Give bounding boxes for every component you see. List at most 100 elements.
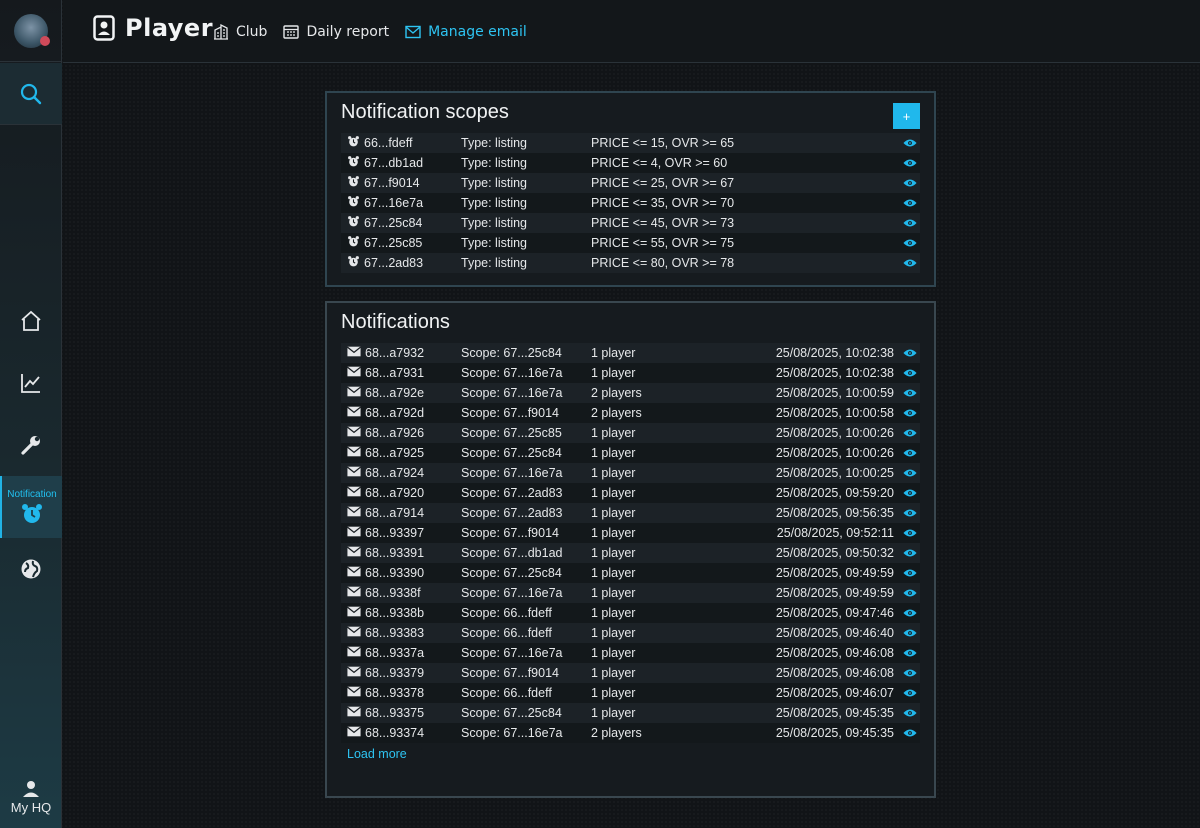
notification-id-cell: 68...a7926 [341, 426, 461, 440]
eye-icon[interactable] [900, 508, 920, 518]
notification-date: 25/08/2025, 10:00:59 [775, 386, 894, 400]
scope-id-cell: 67...f9014 [341, 175, 461, 191]
eye-icon[interactable] [900, 488, 920, 498]
header-nav: Club Daily report Manage email [213, 24, 543, 40]
load-more-link[interactable]: Load more [347, 747, 407, 761]
notification-player-count: 1 player [591, 586, 636, 600]
eye-icon[interactable] [900, 588, 920, 598]
user-avatar-logo[interactable] [0, 0, 62, 62]
eye-icon[interactable] [900, 528, 920, 538]
eye-icon[interactable] [900, 428, 920, 438]
notification-scope: Scope: 67...db1ad [461, 546, 563, 560]
email-icon [347, 406, 361, 420]
sidebar-item-home[interactable] [0, 290, 62, 352]
email-icon [347, 586, 361, 600]
email-icon [347, 446, 361, 460]
notification-id-cell: 68...93397 [341, 526, 461, 540]
scopes-list: 66...fdeff Type: listing PRICE <= 15, OVR … [341, 133, 920, 273]
user-icon [23, 780, 39, 797]
notification-id: 68...a7924 [365, 466, 425, 480]
eye-icon[interactable] [900, 728, 920, 738]
eye-icon[interactable] [900, 448, 920, 458]
email-icon [347, 726, 361, 740]
add-scope-button[interactable]: + [893, 103, 920, 129]
eye-icon[interactable] [900, 348, 920, 358]
nav-club[interactable]: Club [213, 24, 267, 40]
notification-player-count: 2 players [591, 406, 642, 420]
eye-icon[interactable] [900, 238, 920, 248]
notification-player-count: 1 player [591, 466, 636, 480]
scope-row: 67...16e7a Type: listing PRICE <= 35, OVR … [341, 193, 920, 213]
eye-icon[interactable] [900, 668, 920, 678]
notification-row: 68...93391 Scope: 67...db1ad 1 player 25/08… [341, 543, 920, 563]
eye-icon[interactable] [900, 408, 920, 418]
nav-daily-report[interactable]: Daily report [283, 24, 389, 40]
scopes-title: Notification scopes [341, 101, 509, 123]
notification-row: 68...a7924 Scope: 67...16e7a 1 player 25/08… [341, 463, 920, 483]
nav-manage-email[interactable]: Manage email [405, 24, 527, 40]
scope-type: Type: listing [461, 176, 528, 190]
notification-player-count: 1 player [591, 706, 636, 720]
scope-row: 67...25c84 Type: listing PRICE <= 45, OVR … [341, 213, 920, 233]
notification-id-cell: 68...a792d [341, 406, 461, 420]
notification-scope: Scope: 66...fdeff [461, 626, 552, 640]
eye-icon[interactable] [900, 368, 920, 378]
notification-scope: Scope: 66...fdeff [461, 686, 552, 700]
notification-id-cell: 68...93379 [341, 666, 461, 680]
search-button[interactable] [0, 63, 62, 125]
eye-icon[interactable] [900, 138, 920, 148]
alarm-clock-icon [347, 155, 360, 171]
notification-player-count: 1 player [591, 546, 636, 560]
notification-row: 68...a7932 Scope: 67...25c84 1 player 25/08… [341, 343, 920, 363]
scope-rule: PRICE <= 35, OVR >= 70 [591, 196, 735, 210]
alarm-clock-icon [347, 195, 360, 211]
sidebar-item-stats[interactable] [0, 352, 62, 414]
eye-icon[interactable] [900, 568, 920, 578]
notification-id: 68...9338f [365, 586, 421, 600]
my-hq-button[interactable]: My HQ [0, 772, 62, 822]
email-icon [405, 25, 421, 39]
eye-icon[interactable] [900, 158, 920, 168]
eye-icon[interactable] [900, 258, 920, 268]
sidebar-item-tools[interactable] [0, 414, 62, 476]
scope-type: Type: listing [461, 256, 528, 270]
notification-row: 68...a7931 Scope: 67...16e7a 1 player 25/08… [341, 363, 920, 383]
scope-type: Type: listing [461, 196, 528, 210]
sidebar-item-notification[interactable]: Notification [0, 476, 62, 538]
notification-id: 68...93375 [365, 706, 425, 720]
notification-id-cell: 68...9338f [341, 586, 461, 600]
eye-icon[interactable] [900, 178, 920, 188]
notification-scope: Scope: 67...25c84 [461, 706, 562, 720]
sidebar-item-globe[interactable] [0, 538, 62, 600]
eye-icon[interactable] [900, 468, 920, 478]
notification-id-cell: 68...a7920 [341, 486, 461, 500]
notification-id: 68...a792e [365, 386, 425, 400]
eye-icon[interactable] [900, 628, 920, 638]
notification-id-cell: 68...a7914 [341, 506, 461, 520]
notification-id: 68...93379 [365, 666, 425, 680]
scope-id: 67...db1ad [364, 156, 424, 170]
notification-player-count: 1 player [591, 626, 636, 640]
eye-icon[interactable] [900, 708, 920, 718]
email-icon [347, 506, 361, 520]
eye-icon[interactable] [900, 608, 920, 618]
page-title: Player [93, 14, 213, 42]
notification-id: 68...a7931 [365, 366, 425, 380]
email-icon [347, 486, 361, 500]
eye-icon[interactable] [900, 388, 920, 398]
eye-icon[interactable] [900, 198, 920, 208]
notification-player-count: 1 player [591, 526, 636, 540]
eye-icon[interactable] [900, 688, 920, 698]
eye-icon[interactable] [900, 548, 920, 558]
email-icon [347, 566, 361, 580]
notification-player-count: 1 player [591, 566, 636, 580]
scope-id-cell: 67...16e7a [341, 195, 461, 211]
notification-scope: Scope: 67...25c84 [461, 566, 562, 580]
eye-icon[interactable] [900, 648, 920, 658]
notification-date: 25/08/2025, 09:50:32 [775, 546, 894, 560]
email-icon [347, 466, 361, 480]
email-icon [347, 626, 361, 640]
scope-id: 67...25c84 [364, 216, 423, 230]
eye-icon[interactable] [900, 218, 920, 228]
notification-date: 25/08/2025, 09:47:46 [775, 606, 894, 620]
